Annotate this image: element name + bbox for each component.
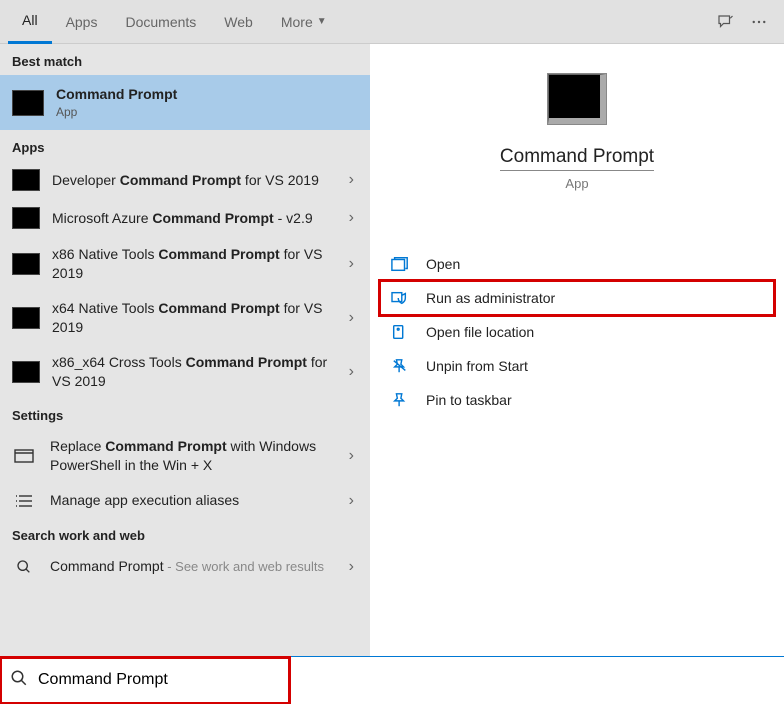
tab-documents[interactable]: Documents bbox=[111, 0, 210, 44]
section-web: Search work and web bbox=[0, 518, 370, 549]
chevron-right-icon[interactable]: › bbox=[345, 255, 358, 273]
section-settings: Settings bbox=[0, 398, 370, 429]
app-result[interactable]: x86_x64 Cross Tools Command Prompt for V… bbox=[0, 345, 370, 399]
cmd-icon bbox=[12, 207, 40, 229]
preview-panel: Command Prompt App Open Run as administr… bbox=[370, 44, 784, 656]
app-result[interactable]: Microsoft Azure Command Prompt - v2.9 › bbox=[0, 199, 370, 237]
window-icon bbox=[12, 447, 36, 465]
open-icon bbox=[388, 254, 412, 274]
folder-icon bbox=[388, 322, 412, 342]
search-tabs: All Apps Documents Web More▼ bbox=[0, 0, 784, 44]
chevron-right-icon[interactable]: › bbox=[345, 209, 358, 227]
tab-web[interactable]: Web bbox=[210, 0, 267, 44]
cmd-icon-large bbox=[548, 74, 606, 124]
action-open-location[interactable]: Open file location bbox=[380, 315, 774, 349]
search-bar bbox=[0, 656, 784, 703]
search-box[interactable] bbox=[0, 657, 290, 704]
unpin-icon bbox=[388, 356, 412, 376]
cmd-icon bbox=[12, 253, 40, 275]
shield-icon bbox=[388, 288, 412, 308]
cmd-icon bbox=[12, 90, 44, 116]
tab-apps[interactable]: Apps bbox=[52, 0, 112, 44]
web-result[interactable]: Command Prompt - See work and web result… bbox=[0, 549, 370, 584]
action-pin-taskbar[interactable]: Pin to taskbar bbox=[380, 383, 774, 417]
action-unpin-start[interactable]: Unpin from Start bbox=[380, 349, 774, 383]
chevron-right-icon[interactable]: › bbox=[345, 309, 358, 327]
pin-icon bbox=[388, 390, 412, 410]
settings-result[interactable]: Replace Command Prompt with Windows Powe… bbox=[0, 429, 370, 483]
tab-more[interactable]: More▼ bbox=[267, 0, 341, 44]
results-panel: Best match Command Prompt App Apps Devel… bbox=[0, 44, 370, 656]
preview-title[interactable]: Command Prompt bbox=[500, 146, 654, 171]
action-run-as-admin[interactable]: Run as administrator bbox=[380, 281, 774, 315]
best-match-sub: App bbox=[56, 104, 358, 120]
chevron-right-icon[interactable]: › bbox=[345, 447, 358, 465]
chevron-down-icon: ▼ bbox=[317, 16, 327, 27]
chevron-right-icon[interactable]: › bbox=[345, 363, 358, 381]
more-options-icon[interactable] bbox=[742, 5, 776, 39]
search-icon bbox=[10, 669, 28, 692]
action-open[interactable]: Open bbox=[380, 247, 774, 281]
cmd-icon bbox=[12, 169, 40, 191]
list-icon bbox=[12, 492, 36, 510]
tab-all[interactable]: All bbox=[8, 0, 52, 44]
cmd-icon bbox=[12, 361, 40, 383]
best-match-result[interactable]: Command Prompt App bbox=[0, 75, 370, 130]
feedback-icon[interactable] bbox=[708, 5, 742, 39]
search-input[interactable] bbox=[38, 671, 258, 689]
app-result[interactable]: x86 Native Tools Command Prompt for VS 2… bbox=[0, 237, 370, 291]
chevron-right-icon[interactable]: › bbox=[345, 492, 358, 510]
app-result[interactable]: Developer Command Prompt for VS 2019 › bbox=[0, 161, 370, 199]
section-best-match: Best match bbox=[0, 44, 370, 75]
settings-result[interactable]: Manage app execution aliases › bbox=[0, 483, 370, 518]
cmd-icon bbox=[12, 307, 40, 329]
best-match-title: Command Prompt bbox=[56, 85, 358, 104]
chevron-right-icon[interactable]: › bbox=[345, 558, 358, 576]
search-icon bbox=[12, 558, 36, 576]
chevron-right-icon[interactable]: › bbox=[345, 171, 358, 189]
section-apps: Apps bbox=[0, 130, 370, 161]
preview-subtitle: App bbox=[565, 176, 588, 191]
app-result[interactable]: x64 Native Tools Command Prompt for VS 2… bbox=[0, 291, 370, 345]
